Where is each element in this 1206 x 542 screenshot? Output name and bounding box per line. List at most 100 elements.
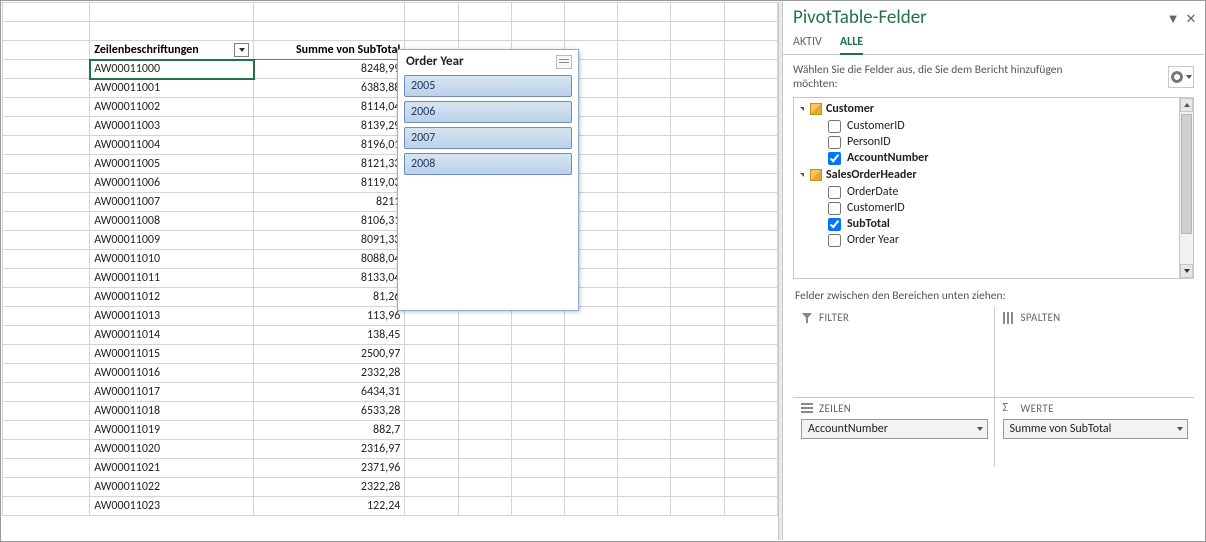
pane-instruction: Wählen Sie die Felder aus, die Sie dem B… <box>793 63 1103 91</box>
field-item[interactable]: OrderDate <box>798 184 1179 200</box>
field-item[interactable]: Order Year <box>798 232 1179 248</box>
scroll-thumb[interactable] <box>1181 114 1192 234</box>
field-checkbox[interactable] <box>828 120 841 133</box>
filter-icon <box>801 312 813 324</box>
row-labels-header[interactable]: Zeilenbeschriftungen <box>90 41 254 60</box>
table-row[interactable]: 8121,33 <box>254 155 405 174</box>
slicer-item[interactable]: 2008 <box>404 153 572 175</box>
field-list-scrollbar[interactable] <box>1179 98 1193 278</box>
values-header[interactable]: Summe von SubTotal <box>254 41 405 60</box>
table-row[interactable]: AW00011013 <box>90 307 254 326</box>
rows-field-accountnumber[interactable]: AccountNumber <box>801 419 988 439</box>
table-row[interactable]: 2371,96 <box>254 459 405 478</box>
table-row[interactable]: AW00011002 <box>90 98 254 117</box>
table-row[interactable]: AW00011015 <box>90 345 254 364</box>
scroll-down-button[interactable] <box>1180 264 1193 278</box>
table-row[interactable]: 2500,97 <box>254 345 405 364</box>
table-row[interactable]: AW00011006 <box>90 174 254 193</box>
field-checkbox[interactable] <box>828 202 841 215</box>
table-row[interactable]: AW00011003 <box>90 117 254 136</box>
field-item[interactable]: SubTotal <box>798 216 1179 232</box>
field-checkbox[interactable] <box>828 152 841 165</box>
table-row[interactable]: AW00011010 <box>90 250 254 269</box>
table-row[interactable]: AW00011011 <box>90 269 254 288</box>
table-row[interactable]: AW00011017 <box>90 383 254 402</box>
table-row[interactable]: 6383,88 <box>254 79 405 98</box>
table-row[interactable]: AW00011012 <box>90 288 254 307</box>
slicer-clear-filter-icon[interactable] <box>556 55 572 69</box>
table-row[interactable]: 113,96 <box>254 307 405 326</box>
field-item[interactable]: PersonID <box>798 134 1179 150</box>
table-row[interactable]: AW00011000 <box>90 60 254 79</box>
table-row[interactable]: 8211 <box>254 193 405 212</box>
worksheet-grid[interactable]: Zeilenbeschriftungen Summe von SubTotal … <box>2 2 778 540</box>
table-row[interactable]: AW00011020 <box>90 440 254 459</box>
table-row[interactable]: AW00011004 <box>90 136 254 155</box>
slicer-title: Order Year <box>406 54 464 69</box>
table-row[interactable]: AW00011023 <box>90 497 254 516</box>
table-row[interactable]: 81,26 <box>254 288 405 307</box>
table-row[interactable]: 8106,31 <box>254 212 405 231</box>
field-list-options-button[interactable] <box>1168 66 1194 88</box>
table-row[interactable]: AW00011009 <box>90 231 254 250</box>
table-row[interactable]: 8114,04 <box>254 98 405 117</box>
row-labels-filter-dropdown[interactable] <box>234 43 249 57</box>
field-group[interactable]: Customer <box>798 100 1179 118</box>
tab-aktiv[interactable]: AKTIV <box>793 35 822 54</box>
table-row[interactable]: 2316,97 <box>254 440 405 459</box>
slicer-item[interactable]: 2007 <box>404 127 572 149</box>
field-list[interactable]: CustomerCustomerIDPersonIDAccountNumberS… <box>793 97 1194 279</box>
field-item[interactable]: AccountNumber <box>798 150 1179 166</box>
table-row[interactable]: AW00011014 <box>90 326 254 345</box>
table-row[interactable]: 8196,01 <box>254 136 405 155</box>
table-row[interactable]: 122,24 <box>254 497 405 516</box>
sigma-icon <box>1003 403 1015 415</box>
table-row[interactable]: AW00011007 <box>90 193 254 212</box>
table-row[interactable]: AW00011019 <box>90 421 254 440</box>
values-header-text: Summe von SubTotal <box>296 43 400 57</box>
table-row[interactable]: AW00011018 <box>90 402 254 421</box>
values-field-sumsubtotal[interactable]: Summe von SubTotal <box>1003 419 1189 439</box>
area-filter[interactable]: FILTER <box>793 307 994 397</box>
area-rows[interactable]: ZEILEN AccountNumber <box>793 397 994 467</box>
field-checkbox[interactable] <box>828 136 841 149</box>
pane-options-dropdown-icon[interactable]: ▼ <box>1166 11 1180 27</box>
table-row[interactable]: 8133,04 <box>254 269 405 288</box>
table-row[interactable]: AW00011016 <box>90 364 254 383</box>
table-row[interactable]: 6434,31 <box>254 383 405 402</box>
table-row[interactable]: 8119,03 <box>254 174 405 193</box>
tab-alle[interactable]: ALLE <box>840 35 863 55</box>
pane-close-icon[interactable]: ✕ <box>1184 12 1198 27</box>
table-row[interactable]: AW00011001 <box>90 79 254 98</box>
table-row[interactable]: 8248,99 <box>254 60 405 79</box>
field-checkbox[interactable] <box>828 234 841 247</box>
field-label: CustomerID <box>847 201 905 215</box>
table-row[interactable]: 2322,28 <box>254 478 405 497</box>
table-row[interactable]: 8139,29 <box>254 117 405 136</box>
table-row[interactable]: 2332,28 <box>254 364 405 383</box>
area-columns[interactable]: SPALTEN <box>994 307 1195 397</box>
chevron-down-icon <box>239 48 245 52</box>
table-row[interactable]: AW00011021 <box>90 459 254 478</box>
field-item[interactable]: CustomerID <box>798 118 1179 134</box>
table-row[interactable]: AW00011005 <box>90 155 254 174</box>
slicer-order-year[interactable]: Order Year 2005 2006 2007 2008 <box>397 49 579 311</box>
field-item[interactable]: CustomerID <box>798 200 1179 216</box>
table-row[interactable]: AW00011022 <box>90 478 254 497</box>
table-row[interactable]: 882,7 <box>254 421 405 440</box>
area-values[interactable]: WERTE Summe von SubTotal <box>994 397 1195 467</box>
table-row[interactable]: 8088,04 <box>254 250 405 269</box>
table-row[interactable]: 6533,28 <box>254 402 405 421</box>
slicer-item[interactable]: 2005 <box>404 75 572 97</box>
columns-icon <box>1003 312 1015 324</box>
field-group[interactable]: SalesOrderHeader <box>798 166 1179 184</box>
table-row[interactable]: AW00011008 <box>90 212 254 231</box>
chevron-up-icon <box>1184 103 1190 107</box>
scroll-up-button[interactable] <box>1180 98 1193 112</box>
field-checkbox[interactable] <box>828 186 841 199</box>
area-rows-title: ZEILEN <box>819 402 851 415</box>
field-checkbox[interactable] <box>828 218 841 231</box>
table-row[interactable]: 138,45 <box>254 326 405 345</box>
table-row[interactable]: 8091,33 <box>254 231 405 250</box>
slicer-item[interactable]: 2006 <box>404 101 572 123</box>
